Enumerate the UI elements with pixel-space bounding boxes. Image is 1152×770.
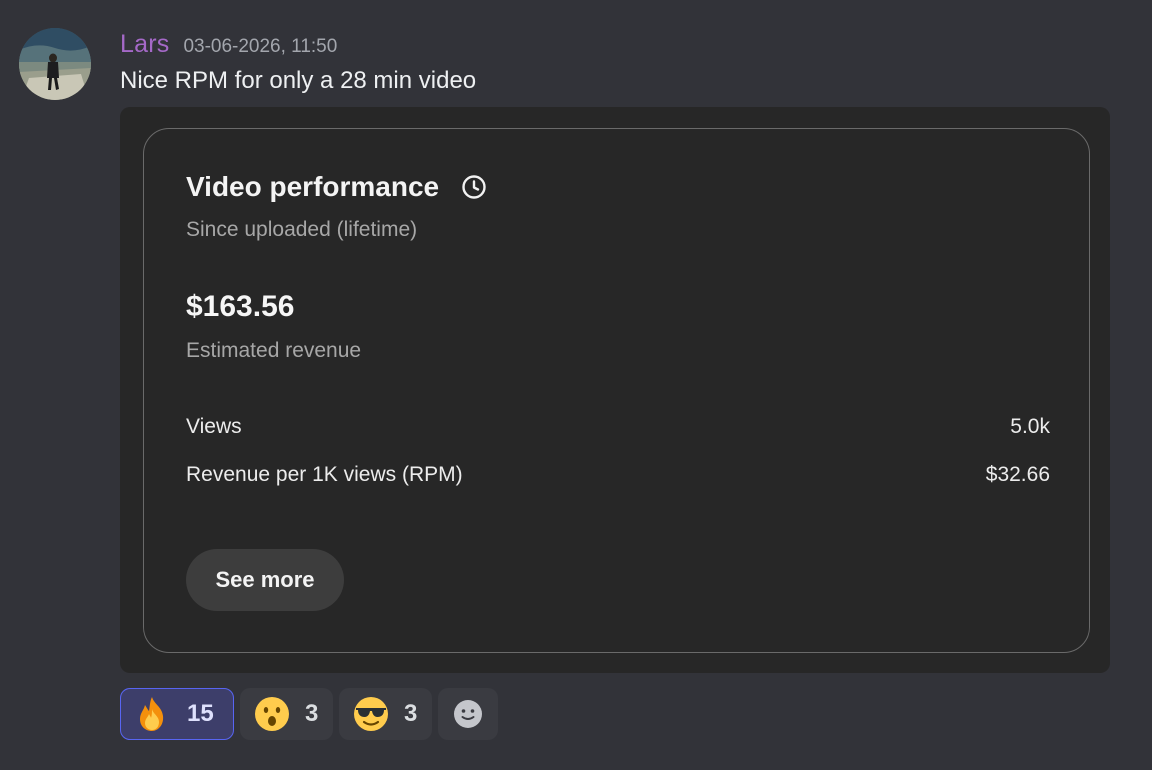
username[interactable]: Lars (120, 30, 169, 59)
add-reaction-button[interactable] (438, 688, 498, 740)
metric-value: 5.0k (1010, 415, 1050, 438)
chat-message: Lars 03-06-2026, 11:50 Nice RPM for only… (0, 0, 1152, 770)
reaction-sunglasses-face[interactable]: 3 (339, 688, 432, 740)
hushed-face-icon (253, 695, 291, 733)
card-title-row: Video performance (186, 171, 487, 203)
sunglasses-face-icon (352, 695, 390, 733)
reaction-count: 3 (404, 700, 418, 727)
revenue-label: Estimated revenue (186, 339, 362, 362)
timestamp: 03-06-2026, 11:50 (183, 36, 338, 57)
card-subtitle: Since uploaded (lifetime) (186, 218, 418, 241)
revenue-value: $163.56 (186, 290, 295, 323)
add-reaction-icon (452, 698, 484, 730)
metric-row-rpm: Revenue per 1K views (RPM) $32.66 (186, 463, 1050, 487)
metric-row-views: Views 5.0k (186, 415, 1050, 439)
metric-value: $32.66 (985, 463, 1050, 486)
metric-label: Views (186, 415, 242, 438)
reaction-fire[interactable]: 15 (120, 688, 234, 740)
avatar-photo (19, 28, 91, 100)
see-more-button: See more (186, 549, 344, 611)
message-text: Nice RPM for only a 28 min video (120, 67, 477, 94)
reactions-bar: 15 3 3 (120, 688, 498, 740)
card-title: Video performance (186, 171, 440, 202)
avatar[interactable] (19, 28, 91, 100)
fire-icon (133, 695, 171, 733)
message-header: Lars 03-06-2026, 11:50 (120, 30, 337, 62)
reaction-count: 3 (305, 700, 319, 727)
reaction-count: 15 (187, 700, 214, 727)
reaction-hushed-face[interactable]: 3 (240, 688, 333, 740)
clock-icon (461, 174, 487, 200)
video-performance-card: Video performance Since uploaded (lifeti… (143, 128, 1090, 653)
image-attachment[interactable]: Video performance Since uploaded (lifeti… (120, 107, 1110, 673)
metric-label: Revenue per 1K views (RPM) (186, 463, 463, 486)
